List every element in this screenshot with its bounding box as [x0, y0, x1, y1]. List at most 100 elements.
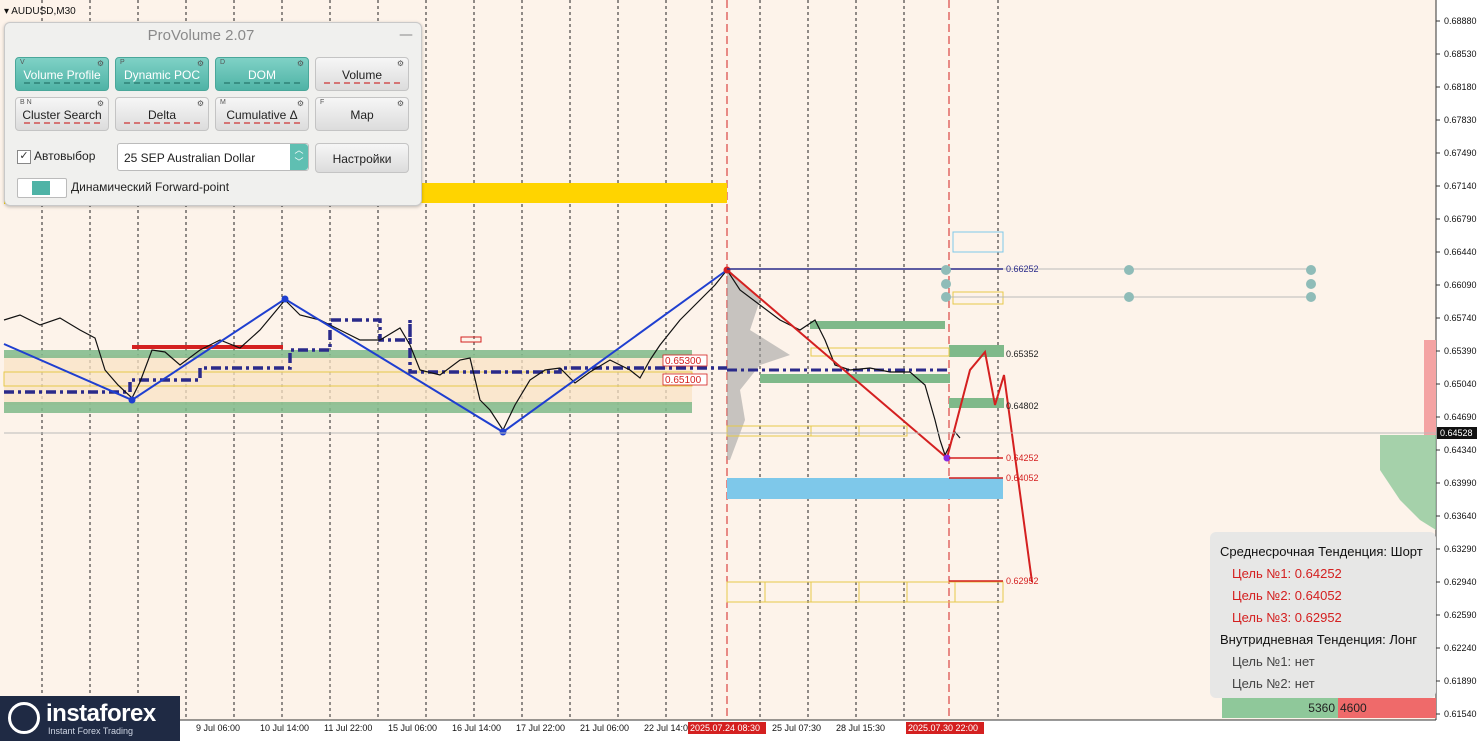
time-tick-label: 2025.07.24 08:30 — [690, 723, 760, 733]
trend-info-box: Среднесрочная Тенденция: Шорт Цель №1: 0… — [1210, 532, 1436, 698]
volume-balance-bar: 5360 4600 — [1222, 698, 1436, 718]
level-label: 0.65100 — [665, 375, 702, 386]
dynamic-poc-button[interactable]: P ⚙ Dynamic POC — [115, 57, 209, 91]
price-tick-label: 0.62590 — [1444, 610, 1477, 620]
green-band — [949, 345, 1004, 357]
level-label: 0.65352 — [1006, 349, 1039, 359]
price-tick-label: 0.61540 — [1444, 709, 1477, 719]
intraday-target-1: Цель №1: нет — [1232, 654, 1315, 669]
volume-profile-button[interactable]: V ⚙ Volume Profile — [15, 57, 109, 91]
map-button[interactable]: F ⚙ Map — [315, 97, 409, 131]
forecast-path — [946, 349, 1033, 583]
dom-sell-side — [1424, 340, 1436, 435]
price-tick-label: 0.63290 — [1444, 544, 1477, 554]
gear-icon[interactable]: ⚙ — [197, 99, 204, 108]
price-tick-label: 0.64690 — [1444, 412, 1477, 422]
logo-tagline: Instant Forex Trading — [48, 726, 134, 736]
cumulative-delta-button[interactable]: M ⚙ Cumulative Δ — [215, 97, 309, 131]
target-3: Цель №3: 0.62952 — [1232, 610, 1342, 625]
button-label: Cumulative Δ — [226, 108, 298, 122]
time-tick-label: 17 Jul 22:00 — [516, 723, 565, 733]
time-tick-label: 22 Jul 14:00 — [644, 723, 693, 733]
price-tick-label: 0.68180 — [1444, 82, 1477, 92]
mid-trend-label: Среднесрочная Тенденция: Шорт — [1220, 544, 1423, 559]
price-tick-label: 0.65740 — [1444, 313, 1477, 323]
price-tick-label: 0.62940 — [1444, 577, 1477, 587]
price-tick-label: 0.68880 — [1444, 16, 1477, 26]
time-tick-label: 25 Jul 07:30 — [772, 723, 821, 733]
price-tick-label: 0.61890 — [1444, 676, 1477, 686]
dom-button[interactable]: D ⚙ DOM — [215, 57, 309, 91]
gear-icon[interactable]: ⚙ — [197, 59, 204, 68]
button-label: Dynamic POC — [123, 68, 200, 82]
minimize-button[interactable]: — — [399, 27, 413, 43]
level-label: 0.64802 — [1006, 401, 1039, 411]
time-tick-label: 28 Jul 15:30 — [836, 723, 885, 733]
price-axis — [1436, 0, 1484, 741]
target-markers — [941, 265, 1316, 302]
delta-button[interactable]: ⚙ Delta — [115, 97, 209, 131]
symbol-label: AUDUSD,M30 — [11, 6, 76, 17]
instrument-select[interactable]: 25 SEP Australian Dollar ︿ ﹀ — [117, 143, 309, 171]
level-label: 0.64052 — [1006, 473, 1039, 483]
time-tick-label: 16 Jul 14:00 — [452, 723, 501, 733]
button-label: Delta — [147, 108, 176, 122]
button-label: Volume Profile — [23, 68, 101, 82]
yellow-box-row — [726, 347, 1004, 603]
yellow-resistance-band — [420, 183, 727, 203]
sell-volume: 4600 — [1338, 698, 1436, 718]
price-tick-label: 0.68530 — [1444, 49, 1477, 59]
cluster-search-button[interactable]: B N ⚙ Cluster Search — [15, 97, 109, 131]
checkmark-icon[interactable]: ✓ — [17, 149, 31, 164]
logo-name: instaforex — [46, 700, 156, 727]
auto-select-checkbox[interactable]: ✓ Автовыбор — [17, 149, 95, 164]
level-label: 0.65300 — [665, 356, 702, 367]
gear-icon[interactable]: ⚙ — [397, 59, 404, 68]
price-tick-label: 0.64340 — [1444, 445, 1477, 455]
gear-icon[interactable]: ⚙ — [97, 99, 104, 108]
gear-icon[interactable]: ⚙ — [297, 99, 304, 108]
button-label: Настройки — [332, 152, 392, 166]
price-tick-label: 0.63640 — [1444, 511, 1477, 521]
price-tick-label: 0.63990 — [1444, 478, 1477, 488]
cyan-zone — [727, 478, 1003, 499]
volume-button[interactable]: ⚙ Volume — [315, 57, 409, 91]
price-tick-label: 0.62240 — [1444, 643, 1477, 653]
time-tick-label: 9 Jul 06:00 — [196, 723, 240, 733]
green-band — [4, 350, 692, 358]
level-label: 0.62952 — [1006, 576, 1039, 586]
button-label: Volume — [341, 68, 383, 82]
button-label: DOM — [248, 68, 276, 82]
button-label: Map — [350, 108, 374, 122]
time-tick-label: 2025.07.30 22:00 — [908, 723, 978, 733]
intraday-target-2: Цель №2: нет — [1232, 676, 1315, 691]
target-2: Цель №2: 0.64052 — [1232, 588, 1342, 603]
time-tick-label: 21 Jul 06:00 — [580, 723, 629, 733]
spinner-arrows-icon[interactable]: ︿ ﹀ — [290, 144, 308, 170]
logo-icon — [8, 702, 40, 734]
price-tick-label: 0.67830 — [1444, 115, 1477, 125]
buy-volume: 5360 — [1222, 698, 1338, 718]
forward-point-toggle[interactable] — [17, 178, 67, 198]
button-label: Cluster Search — [22, 108, 102, 122]
auto-select-label: Автовыбор — [34, 149, 96, 163]
price-tick-label: 0.67140 — [1444, 181, 1477, 191]
target-1: Цель №1: 0.64252 — [1232, 566, 1342, 581]
price-tick-label: 0.65390 — [1444, 346, 1477, 356]
gear-icon[interactable]: ⚙ — [297, 59, 304, 68]
value-area — [4, 355, 692, 405]
price-tick-label: 0.66790 — [1444, 214, 1477, 224]
green-band — [810, 321, 945, 329]
price-tick-label: 0.65040 — [1444, 379, 1477, 389]
intraday-trend-label: Внутридневная Тенденция: Лонг — [1220, 632, 1418, 647]
level-label: 0.64252 — [1006, 453, 1039, 463]
chart-symbol-title: ▾ AUDUSD,M30 — [4, 6, 76, 17]
gear-icon[interactable]: ⚙ — [97, 59, 104, 68]
settings-button[interactable]: Настройки — [315, 143, 409, 173]
provolume-panel: ProVolume 2.07 — V ⚙ Volume Profile P ⚙ Dyna… — [4, 22, 422, 206]
time-tick-label: 11 Jul 22:00 — [324, 723, 372, 733]
gear-icon[interactable]: ⚙ — [397, 99, 404, 108]
current-price-label: 0.64528 — [1440, 428, 1473, 438]
time-tick-label: 15 Jul 06:00 — [388, 723, 437, 733]
instaforex-logo: instaforex Instant Forex Trading — [0, 696, 180, 741]
